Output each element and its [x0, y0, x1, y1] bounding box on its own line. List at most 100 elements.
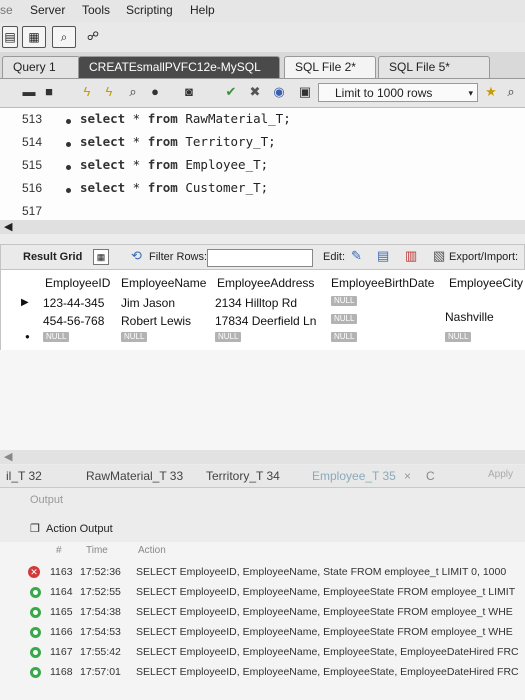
- statement-marker-icon: [66, 188, 71, 193]
- insert-row-icon[interactable]: ▤: [377, 248, 389, 264]
- output-row[interactable]: 1165 17:54:38 SELECT EmployeeID, Employe…: [0, 604, 525, 622]
- menu-item-help[interactable]: Help: [190, 3, 215, 17]
- output-label: Output: [30, 494, 64, 506]
- delete-row-icon[interactable]: ▥: [405, 248, 417, 264]
- grid-cell[interactable]: Jim Jason: [121, 296, 175, 310]
- tab-sql-file-2[interactable]: SQL File 2*: [284, 56, 376, 78]
- menu-item-database[interactable]: se: [0, 3, 13, 17]
- code-line: select * from Territory_T;: [80, 134, 276, 149]
- save-icon[interactable]: ■: [40, 83, 58, 101]
- column-header[interactable]: EmployeeName: [121, 276, 206, 290]
- close-tab-icon[interactable]: ×: [404, 469, 411, 483]
- result-tab[interactable]: RawMaterial_T 33: [86, 469, 183, 483]
- menu-item-server[interactable]: Server: [30, 3, 65, 17]
- output-panel-header: Output: [0, 492, 525, 510]
- success-icon: [30, 607, 41, 618]
- result-grid-label: Result Grid: [23, 251, 83, 263]
- table-inspector-icon[interactable]: ▦: [22, 26, 46, 48]
- limit-rows-select[interactable]: Limit to 1000 rows ▾: [318, 83, 478, 102]
- edit-label: Edit:: [323, 251, 346, 263]
- grid-cell[interactable]: 454-56-768: [43, 314, 104, 328]
- output-row[interactable]: 1164 17:52:55 SELECT EmployeeID, Employe…: [0, 584, 525, 602]
- chevron-left-icon[interactable]: ◀: [4, 450, 12, 463]
- output-header-row: # Time Action: [56, 545, 166, 556]
- line-number: 516: [22, 181, 43, 195]
- search-table-icon[interactable]: ⌕: [52, 26, 76, 48]
- sql-editor[interactable]: 513 select * from RawMaterial_T; 514 sel…: [0, 108, 525, 220]
- grid-cell[interactable]: Robert Lewis: [121, 314, 191, 328]
- refresh-icon[interactable]: C: [426, 469, 435, 483]
- stop-icon[interactable]: ●: [146, 83, 164, 101]
- result-grid-empty-area: [0, 350, 525, 450]
- column-header[interactable]: EmployeeAddress: [217, 276, 314, 290]
- output-row[interactable]: 1166 17:54:53 SELECT EmployeeID, Employe…: [0, 624, 525, 642]
- output-table: # Time Action ✕ 1163 17:52:36 SELECT Emp…: [0, 542, 525, 700]
- toggle-panel-icon[interactable]: ▣: [296, 83, 314, 101]
- column-header[interactable]: EmployeeBirthDate: [331, 276, 434, 290]
- success-icon: [30, 667, 41, 678]
- filter-rows-input[interactable]: [207, 249, 313, 267]
- explain-icon[interactable]: ⌕: [124, 83, 142, 101]
- line-number: 517: [22, 204, 43, 218]
- result-tab[interactable]: il_T 32: [6, 469, 42, 483]
- grid-horizontal-scrollbar[interactable]: ◀: [0, 450, 525, 464]
- open-file-icon[interactable]: ▬: [20, 83, 38, 101]
- beautify-icon[interactable]: ★: [482, 83, 500, 101]
- query-tab-bar: Query 1 CREATEsmallPVFC12e-MySQL SQL Fil…: [0, 52, 525, 79]
- execute-icon[interactable]: ϟ: [78, 83, 96, 101]
- main-toolbar: ▤ ▦ ⌕ ☍: [0, 22, 525, 52]
- rollback-icon[interactable]: ✖: [246, 83, 264, 101]
- execute-current-icon[interactable]: ϟ: [100, 83, 118, 101]
- grid-cell-null[interactable]: NULL: [445, 328, 472, 342]
- menu-item-scripting[interactable]: Scripting: [126, 3, 173, 17]
- editor-toolbar: ▬ ■ ϟ ϟ ⌕ ● ◙ ✔ ✖ ◉ ▣ Limit to 1000 rows…: [0, 79, 525, 108]
- grid-cell-null[interactable]: NULL: [331, 292, 358, 306]
- output-row[interactable]: ✕ 1163 17:52:36 SELECT EmployeeID, Emplo…: [0, 564, 525, 582]
- output-row[interactable]: 1167 17:55:42 SELECT EmployeeID, Employe…: [0, 644, 525, 662]
- grid-cell-null[interactable]: NULL: [331, 328, 358, 342]
- action-output-label: Action Output: [46, 523, 113, 535]
- sidebar-toggle-icon[interactable]: ▤: [2, 26, 18, 48]
- grid-view-icon[interactable]: ▦: [93, 249, 109, 265]
- result-grid: EmployeeID EmployeeName EmployeeAddress …: [0, 270, 525, 350]
- grid-cell-null[interactable]: NULL: [121, 328, 148, 342]
- export-import-label: Export/Import:: [449, 251, 519, 263]
- column-header[interactable]: EmployeeCity: [449, 276, 523, 290]
- grid-cell[interactable]: 2134 Hilltop Rd: [215, 296, 297, 310]
- chevron-left-icon[interactable]: ◀: [4, 220, 12, 233]
- output-row[interactable]: 1168 17:57:01 SELECT EmployeeID, Employe…: [0, 664, 525, 682]
- commit-icon[interactable]: ✔: [222, 83, 240, 101]
- grid-cell[interactable]: 123-44-345: [43, 296, 104, 310]
- toggle-autocommit-icon[interactable]: ◙: [180, 83, 198, 101]
- menu-bar: se Server Tools Scripting Help: [0, 0, 525, 22]
- grid-cell-null[interactable]: NULL: [215, 328, 242, 342]
- toggle-output-icon[interactable]: ◉: [270, 83, 288, 101]
- grid-cell[interactable]: 17834 Deerfield Ln: [215, 314, 316, 328]
- result-tab-bar: il_T 32 RawMaterial_T 33 Territory_T 34 …: [0, 465, 525, 488]
- line-number: 515: [22, 158, 43, 172]
- editor-horizontal-scrollbar[interactable]: ◀: [0, 220, 525, 234]
- result-grid-toolbar: Result Grid ▦ ⟲ Filter Rows: Edit: ✎ ▤ ▥…: [0, 244, 525, 270]
- tab-create-script[interactable]: CREATEsmallPVFC12e-MySQL: [78, 56, 280, 78]
- success-icon: [30, 647, 41, 658]
- grid-cell-null[interactable]: NULL: [331, 310, 358, 324]
- apply-button[interactable]: Apply: [488, 469, 513, 480]
- export-icon[interactable]: ▧: [433, 248, 445, 264]
- edit-row-icon[interactable]: ✎: [351, 248, 362, 264]
- find-icon[interactable]: ⌕: [502, 83, 520, 101]
- menu-item-tools[interactable]: Tools: [82, 3, 110, 17]
- reconnect-icon[interactable]: ☍: [82, 26, 104, 46]
- result-tab[interactable]: Territory_T 34: [206, 469, 280, 483]
- tab-query-1[interactable]: Query 1: [2, 56, 80, 78]
- action-output-selector[interactable]: ❐ Action Output: [0, 518, 525, 538]
- grid-cell-null[interactable]: NULL: [43, 328, 70, 342]
- current-row-pointer-icon: ▶: [21, 297, 29, 308]
- statement-marker-icon: [66, 165, 71, 170]
- tab-sql-file-5[interactable]: SQL File 5*: [378, 56, 490, 78]
- grid-cell[interactable]: Nashville: [445, 310, 494, 324]
- refresh-icon[interactable]: ⟲: [131, 248, 142, 264]
- result-tab-active[interactable]: Employee_T 35: [312, 469, 396, 483]
- copy-icon: ❐: [30, 523, 40, 535]
- code-line: select * from Customer_T;: [80, 180, 269, 195]
- column-header[interactable]: EmployeeID: [45, 276, 110, 290]
